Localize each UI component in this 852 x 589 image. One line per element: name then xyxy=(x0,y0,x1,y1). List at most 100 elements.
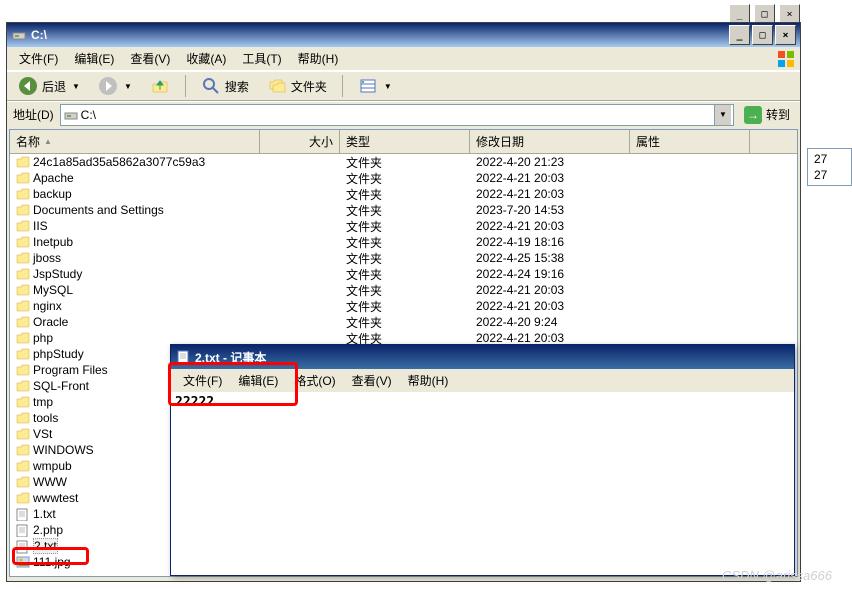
go-label: 转到 xyxy=(766,106,790,123)
column-date[interactable]: 修改日期 xyxy=(470,130,630,153)
bg-max-button[interactable]: □ xyxy=(754,4,775,24)
file-name: tools xyxy=(33,411,58,425)
file-name: nginx xyxy=(33,299,62,313)
bg-close-button[interactable]: × xyxy=(779,4,800,24)
folder-icon xyxy=(16,300,30,312)
file-date: 2022-4-25 15:38 xyxy=(470,251,630,265)
notepad-menu-file[interactable]: 文件(F) xyxy=(175,369,230,392)
search-icon xyxy=(201,76,221,96)
views-button[interactable]: ▼ xyxy=(351,73,399,99)
column-type[interactable]: 类型 xyxy=(340,130,470,153)
folder-icon xyxy=(16,460,30,472)
file-name: wmpub xyxy=(33,459,72,473)
views-icon xyxy=(358,76,378,96)
file-row[interactable]: Apache文件夹2022-4-21 20:03 xyxy=(10,170,797,186)
chevron-down-icon: ▼ xyxy=(384,82,392,91)
forward-button[interactable]: ▼ xyxy=(91,73,139,99)
search-button[interactable]: 搜索 xyxy=(194,73,256,99)
address-bar: 地址(D) ▼ → 转到 xyxy=(7,101,800,127)
txt-icon xyxy=(16,508,30,520)
folder-icon xyxy=(16,204,30,216)
chevron-down-icon: ▼ xyxy=(124,82,132,91)
menu-view[interactable]: 查看(V) xyxy=(122,47,178,70)
file-type: 文件夹 xyxy=(340,170,470,187)
file-type: 文件夹 xyxy=(340,234,470,251)
file-type: 文件夹 xyxy=(340,282,470,299)
file-row[interactable]: Documents and Settings文件夹2023-7-20 14:53 xyxy=(10,202,797,218)
toolbar: 后退 ▼ ▼ 搜索 文件夹 ▼ xyxy=(7,71,800,101)
file-name: Inetpub xyxy=(33,235,73,249)
min-button[interactable]: _ xyxy=(729,25,750,45)
file-date: 2022-4-21 20:03 xyxy=(470,219,630,233)
file-date: 2022-4-21 20:03 xyxy=(470,331,630,345)
folder-icon xyxy=(16,220,30,232)
back-button[interactable]: 后退 ▼ xyxy=(11,73,87,99)
column-attr[interactable]: 属性 xyxy=(630,130,750,153)
file-name: 2.txt xyxy=(33,538,58,554)
file-row[interactable]: IIS文件夹2022-4-21 20:03 xyxy=(10,218,797,234)
notepad-menu-format[interactable]: 格式(O) xyxy=(286,369,343,392)
address-input[interactable] xyxy=(79,107,714,123)
folder-icon xyxy=(16,236,30,248)
folder-icon xyxy=(16,188,30,200)
file-row[interactable]: MySQL文件夹2022-4-21 20:03 xyxy=(10,282,797,298)
file-type: 文件夹 xyxy=(340,314,470,331)
column-size[interactable]: 大小 xyxy=(260,130,340,153)
file-row[interactable]: Inetpub文件夹2022-4-19 18:16 xyxy=(10,234,797,250)
menu-edit[interactable]: 编辑(E) xyxy=(66,47,122,70)
close-button[interactable]: × xyxy=(775,25,796,45)
drive-icon xyxy=(63,107,79,123)
folder-icon xyxy=(16,252,30,264)
file-name: SQL-Front xyxy=(33,379,89,393)
max-button[interactable]: □ xyxy=(752,25,773,45)
file-name: wwwtest xyxy=(33,491,78,505)
forward-arrow-icon xyxy=(98,76,118,96)
folder-icon xyxy=(16,380,30,392)
go-button[interactable]: → 转到 xyxy=(738,104,796,126)
menu-help[interactable]: 帮助(H) xyxy=(290,47,347,70)
column-name[interactable]: 名称▲ xyxy=(10,130,260,153)
file-name: WWW xyxy=(33,475,67,489)
file-name: MySQL xyxy=(33,283,73,297)
file-name: 1.txt xyxy=(33,507,56,521)
file-name: 24c1a85ad35a5862a3077c59a3 xyxy=(33,155,205,169)
notepad-menu-edit[interactable]: 编辑(E) xyxy=(230,369,286,392)
titlebar[interactable]: C:\ _ □ × xyxy=(7,23,800,47)
notepad-text-area[interactable]: 22222 xyxy=(171,393,794,575)
bg-min-button[interactable]: _ xyxy=(729,4,750,24)
back-label: 后退 xyxy=(42,78,66,95)
menu-favorites[interactable]: 收藏(A) xyxy=(178,47,234,70)
address-dropdown-button[interactable]: ▼ xyxy=(714,105,731,125)
file-row[interactable]: backup文件夹2022-4-21 20:03 xyxy=(10,186,797,202)
address-input-wrapper[interactable]: ▼ xyxy=(60,104,734,126)
file-row[interactable]: Oracle文件夹2022-4-20 9:24 xyxy=(10,314,797,330)
file-row[interactable]: nginx文件夹2022-4-21 20:03 xyxy=(10,298,797,314)
file-name: php xyxy=(33,331,53,345)
menu-tools[interactable]: 工具(T) xyxy=(234,47,289,70)
folder-icon xyxy=(16,396,30,408)
file-name: JspStudy xyxy=(33,267,82,281)
notepad-title: 2.txt - 记事本 xyxy=(195,349,266,366)
up-button[interactable] xyxy=(143,73,177,99)
folder-icon xyxy=(16,476,30,488)
file-name: Oracle xyxy=(33,315,68,329)
file-row[interactable]: JspStudy文件夹2022-4-24 19:16 xyxy=(10,266,797,282)
folder-icon xyxy=(16,444,30,456)
notepad-titlebar[interactable]: 2.txt - 记事本 xyxy=(171,345,794,369)
notepad-menu-view[interactable]: 查看(V) xyxy=(344,369,400,392)
menu-file[interactable]: 文件(F) xyxy=(11,47,66,70)
file-row[interactable]: 24c1a85ad35a5862a3077c59a3文件夹2022-4-20 2… xyxy=(10,154,797,170)
notepad-menu-help[interactable]: 帮助(H) xyxy=(400,369,457,392)
right-partial-list: 27 27 xyxy=(807,148,852,186)
file-name: phpStudy xyxy=(33,347,84,361)
chevron-down-icon: ▼ xyxy=(72,82,80,91)
window-title: C:\ xyxy=(31,28,47,42)
notepad-window: 2.txt - 记事本 文件(F) 编辑(E) 格式(O) 查看(V) 帮助(H… xyxy=(170,344,795,576)
file-name: tmp xyxy=(33,395,53,409)
file-name: Documents and Settings xyxy=(33,203,164,217)
file-type: 文件夹 xyxy=(340,298,470,315)
file-name: 2.php xyxy=(33,523,63,537)
file-row[interactable]: jboss文件夹2022-4-25 15:38 xyxy=(10,250,797,266)
go-arrow-icon: → xyxy=(744,106,762,124)
folders-button[interactable]: 文件夹 xyxy=(260,73,334,99)
